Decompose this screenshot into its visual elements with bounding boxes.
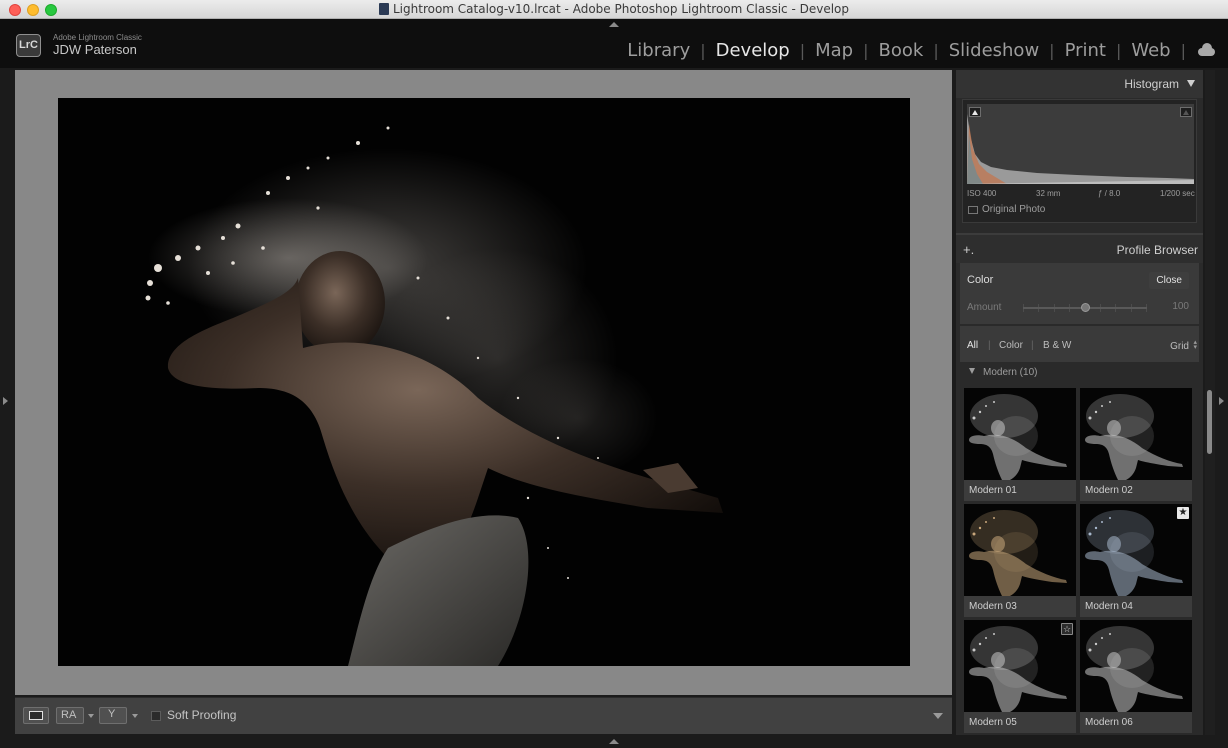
- title-bar: Lightroom Catalog-v10.lrcat - Adobe Phot…: [0, 0, 1228, 19]
- profile-group-name: Modern (10): [983, 367, 1038, 378]
- before-after-swap-button[interactable]: Y: [99, 707, 127, 724]
- left-panel-toggle-icon[interactable]: [3, 397, 8, 405]
- close-profile-browser-button[interactable]: Close: [1149, 272, 1189, 289]
- module-slideshow[interactable]: Slideshow: [939, 40, 1049, 61]
- filter-all[interactable]: All: [967, 340, 978, 351]
- histogram-graph[interactable]: [967, 104, 1194, 184]
- current-profile-name: Color: [967, 274, 994, 286]
- profile-thumbnail[interactable]: Modern 03: [964, 504, 1076, 617]
- profile-preview-image: [1080, 388, 1192, 480]
- view-mode-updown-icon: ▴ ▾: [1193, 339, 1197, 351]
- photo-preview[interactable]: [58, 98, 910, 666]
- module-map[interactable]: Map: [805, 40, 863, 61]
- soft-proofing-label: Soft Proofing: [167, 708, 237, 722]
- profile-preview-image: [964, 388, 1076, 480]
- loupe-view-icon: [29, 711, 43, 720]
- cloud-sync-icon[interactable]: [1196, 43, 1216, 56]
- module-bar: LrC Adobe Lightroom Classic JDW Paterson…: [0, 19, 1228, 68]
- collapse-triangle-icon: [1187, 80, 1195, 87]
- profile-browser-title: Profile Browser: [1116, 243, 1198, 257]
- amount-label: Amount: [967, 302, 1002, 313]
- module-book[interactable]: Book: [869, 40, 934, 61]
- right-panel: Histogram ISO 400 32 mm ƒ / 8.0 1/200 se…: [956, 70, 1203, 735]
- module-develop[interactable]: Develop: [706, 40, 800, 61]
- group-disclosure-icon: [969, 368, 975, 374]
- favorite-star-icon[interactable]: ★: [1177, 507, 1189, 519]
- current-profile-box: Color Close Amount 100: [960, 263, 1199, 324]
- app-name: Adobe Lightroom Classic: [53, 33, 142, 42]
- add-profile-button[interactable]: +.: [963, 242, 974, 257]
- profile-browser-header: +. Profile Browser: [956, 233, 1203, 263]
- top-panel-toggle-icon[interactable]: [609, 22, 619, 27]
- module-separator: |: [1180, 40, 1186, 60]
- window-title-wrap: Lightroom Catalog-v10.lrcat - Adobe Phot…: [0, 2, 1228, 16]
- profile-name: Modern 05: [969, 717, 1017, 728]
- swap-icon: Y: [108, 708, 116, 720]
- develop-toolbar: RA Y Soft Proofing: [15, 697, 952, 734]
- right-panel-scrollbar[interactable]: [1205, 70, 1215, 735]
- module-library[interactable]: Library: [617, 40, 700, 61]
- profile-name: Modern 03: [969, 601, 1017, 612]
- profile-thumbnail[interactable]: Modern 06: [1080, 620, 1192, 733]
- filter-color[interactable]: Color: [999, 340, 1023, 351]
- profile-thumbnail[interactable]: Modern 02: [1080, 388, 1192, 501]
- profile-name: Modern 01: [969, 485, 1017, 496]
- module-web[interactable]: Web: [1121, 40, 1180, 61]
- histogram-title: Histogram: [1124, 77, 1179, 91]
- scrollbar-thumb[interactable]: [1207, 390, 1212, 454]
- favorite-star-icon[interactable]: ☆: [1061, 623, 1073, 635]
- highlight-clipping-button[interactable]: [1180, 107, 1192, 117]
- module-picker: Library | Develop | Map | Book | Slidesh…: [617, 38, 1228, 62]
- profile-name: Modern 02: [1085, 485, 1133, 496]
- profile-preview-image: [1080, 620, 1192, 712]
- original-photo-checkbox[interactable]: [968, 206, 978, 214]
- original-photo-label: Original Photo: [982, 204, 1046, 215]
- document-icon: [379, 3, 389, 15]
- right-panel-toggle-icon[interactable]: [1219, 397, 1224, 405]
- profile-preview-image: [964, 504, 1076, 596]
- toolbar-options-icon[interactable]: [933, 713, 943, 719]
- amount-value[interactable]: 100: [1172, 301, 1189, 312]
- amount-slider-thumb[interactable]: [1081, 303, 1090, 312]
- profile-thumbnail[interactable]: Modern 01: [964, 388, 1076, 501]
- profile-group-modern[interactable]: Modern (10): [969, 367, 1037, 378]
- user-name: JDW Paterson: [53, 42, 137, 57]
- lightroom-window: Lightroom Catalog-v10.lrcat - Adobe Phot…: [0, 0, 1228, 748]
- view-mode-select[interactable]: Grid: [1170, 341, 1189, 352]
- focal-length-value: 32 mm: [1036, 189, 1061, 198]
- aperture-value: ƒ / 8.0: [1098, 189, 1121, 198]
- loupe-view-button[interactable]: [23, 707, 49, 724]
- profile-name: Modern 04: [1085, 601, 1133, 612]
- profile-thumbnail[interactable]: Modern 05 ☆: [964, 620, 1076, 733]
- profile-name: Modern 06: [1085, 717, 1133, 728]
- filter-separator: |: [988, 340, 991, 351]
- image-work-area[interactable]: [15, 70, 952, 695]
- filter-bw[interactable]: B & W: [1043, 340, 1071, 351]
- histogram-header[interactable]: Histogram: [956, 70, 1203, 98]
- before-after-label: RA: [61, 709, 77, 721]
- shadow-clipping-button[interactable]: [969, 107, 981, 117]
- profile-thumbnail[interactable]: Modern 04 ★: [1080, 504, 1192, 617]
- shutter-value: 1/200 sec: [1160, 189, 1195, 198]
- profile-preview-image: [964, 620, 1076, 712]
- iso-value: ISO 400: [967, 189, 997, 198]
- profile-filter-row: All | Color | B & W Grid ▴ ▾: [960, 326, 1199, 362]
- before-after-view-button[interactable]: RA: [56, 707, 84, 724]
- filmstrip-toggle-icon[interactable]: [609, 739, 619, 744]
- before-after-dropdown-icon[interactable]: [88, 714, 94, 718]
- window-title: Lightroom Catalog-v10.lrcat - Adobe Phot…: [393, 2, 849, 16]
- soft-proofing-checkbox[interactable]: [151, 711, 161, 721]
- filter-separator: |: [1031, 340, 1034, 351]
- lrc-logo: LrC: [16, 34, 41, 57]
- profile-preview-image: [1080, 504, 1192, 596]
- histogram-curve: [967, 114, 1194, 184]
- module-print[interactable]: Print: [1055, 40, 1116, 61]
- histogram-panel: ISO 400 32 mm ƒ / 8.0 1/200 sec Original…: [962, 99, 1197, 223]
- swap-dropdown-icon[interactable]: [132, 714, 138, 718]
- dancer-photo-image: [58, 98, 910, 666]
